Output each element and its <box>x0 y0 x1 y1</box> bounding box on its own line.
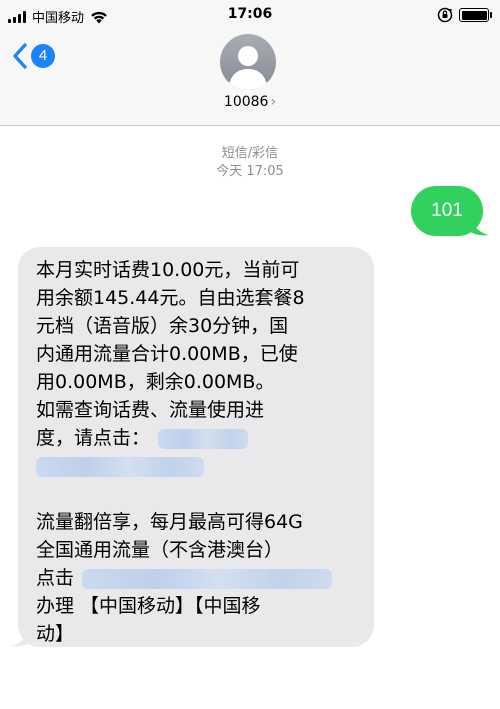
message-line: 内通用流量合计0.00MB，已使 <box>36 343 298 365</box>
contact-name: 10086 <box>223 94 269 110</box>
message-line-link <box>36 452 368 480</box>
message-line: 动】 <box>36 623 75 645</box>
message-line-with-link: 度，请点击： <box>36 424 368 452</box>
redacted-link[interactable] <box>158 428 249 449</box>
bubble-tail <box>471 222 489 236</box>
message-line: 度，请点击： <box>36 427 151 449</box>
message-line: 本月实时话费10.00元，当前可 <box>36 259 300 281</box>
redacted-link[interactable] <box>82 568 333 589</box>
message-line: 用余额145.44元。自由选套餐8 <box>36 287 305 309</box>
contact-avatar[interactable] <box>220 34 276 90</box>
back-button[interactable]: 4 <box>12 42 55 70</box>
conversation-header: 4 10086 › <box>0 30 500 126</box>
message-line: 办理 【中国移动】【中国移 <box>36 595 261 617</box>
message-line: 全国通用流量（不含港澳台） <box>36 539 284 561</box>
redacted-link[interactable] <box>36 456 204 477</box>
message-timestamp: 今天 17:05 <box>216 164 284 179</box>
message-line: 点击 <box>36 567 75 589</box>
outgoing-message-text: 101 <box>431 200 463 221</box>
outgoing-message-bubble[interactable]: 101 <box>411 186 489 236</box>
message-line: 用0.00MB，剩余0.00MB。 <box>36 371 275 393</box>
chevron-left-icon <box>13 43 27 69</box>
person-silhouette-icon <box>228 46 268 90</box>
rotation-lock-icon <box>437 7 453 23</box>
contact-name-button[interactable]: 10086 › <box>0 94 500 110</box>
chevron-right-icon: › <box>270 94 277 110</box>
message-line-with-link: 点击 <box>36 564 368 592</box>
incoming-message-text: 本月实时话费10.00元，当前可 用余额145.44元。自由选套餐8 元档（语音… <box>36 256 368 648</box>
bubble-tail <box>11 631 31 647</box>
status-time: 17:06 <box>227 6 273 22</box>
message-line: 元档（语音版）余30分钟，国 <box>36 315 289 337</box>
message-line: 如需查询话费、流量使用进 <box>36 399 265 421</box>
status-right <box>437 7 492 23</box>
status-bar: 中国移动 17:06 <box>0 0 500 30</box>
battery-icon <box>459 8 492 22</box>
unread-count-badge: 4 <box>31 44 55 68</box>
message-line: 流量翻倍享，每月最高可得64G <box>36 511 303 533</box>
message-type-label: 短信/彩信 <box>221 146 279 161</box>
